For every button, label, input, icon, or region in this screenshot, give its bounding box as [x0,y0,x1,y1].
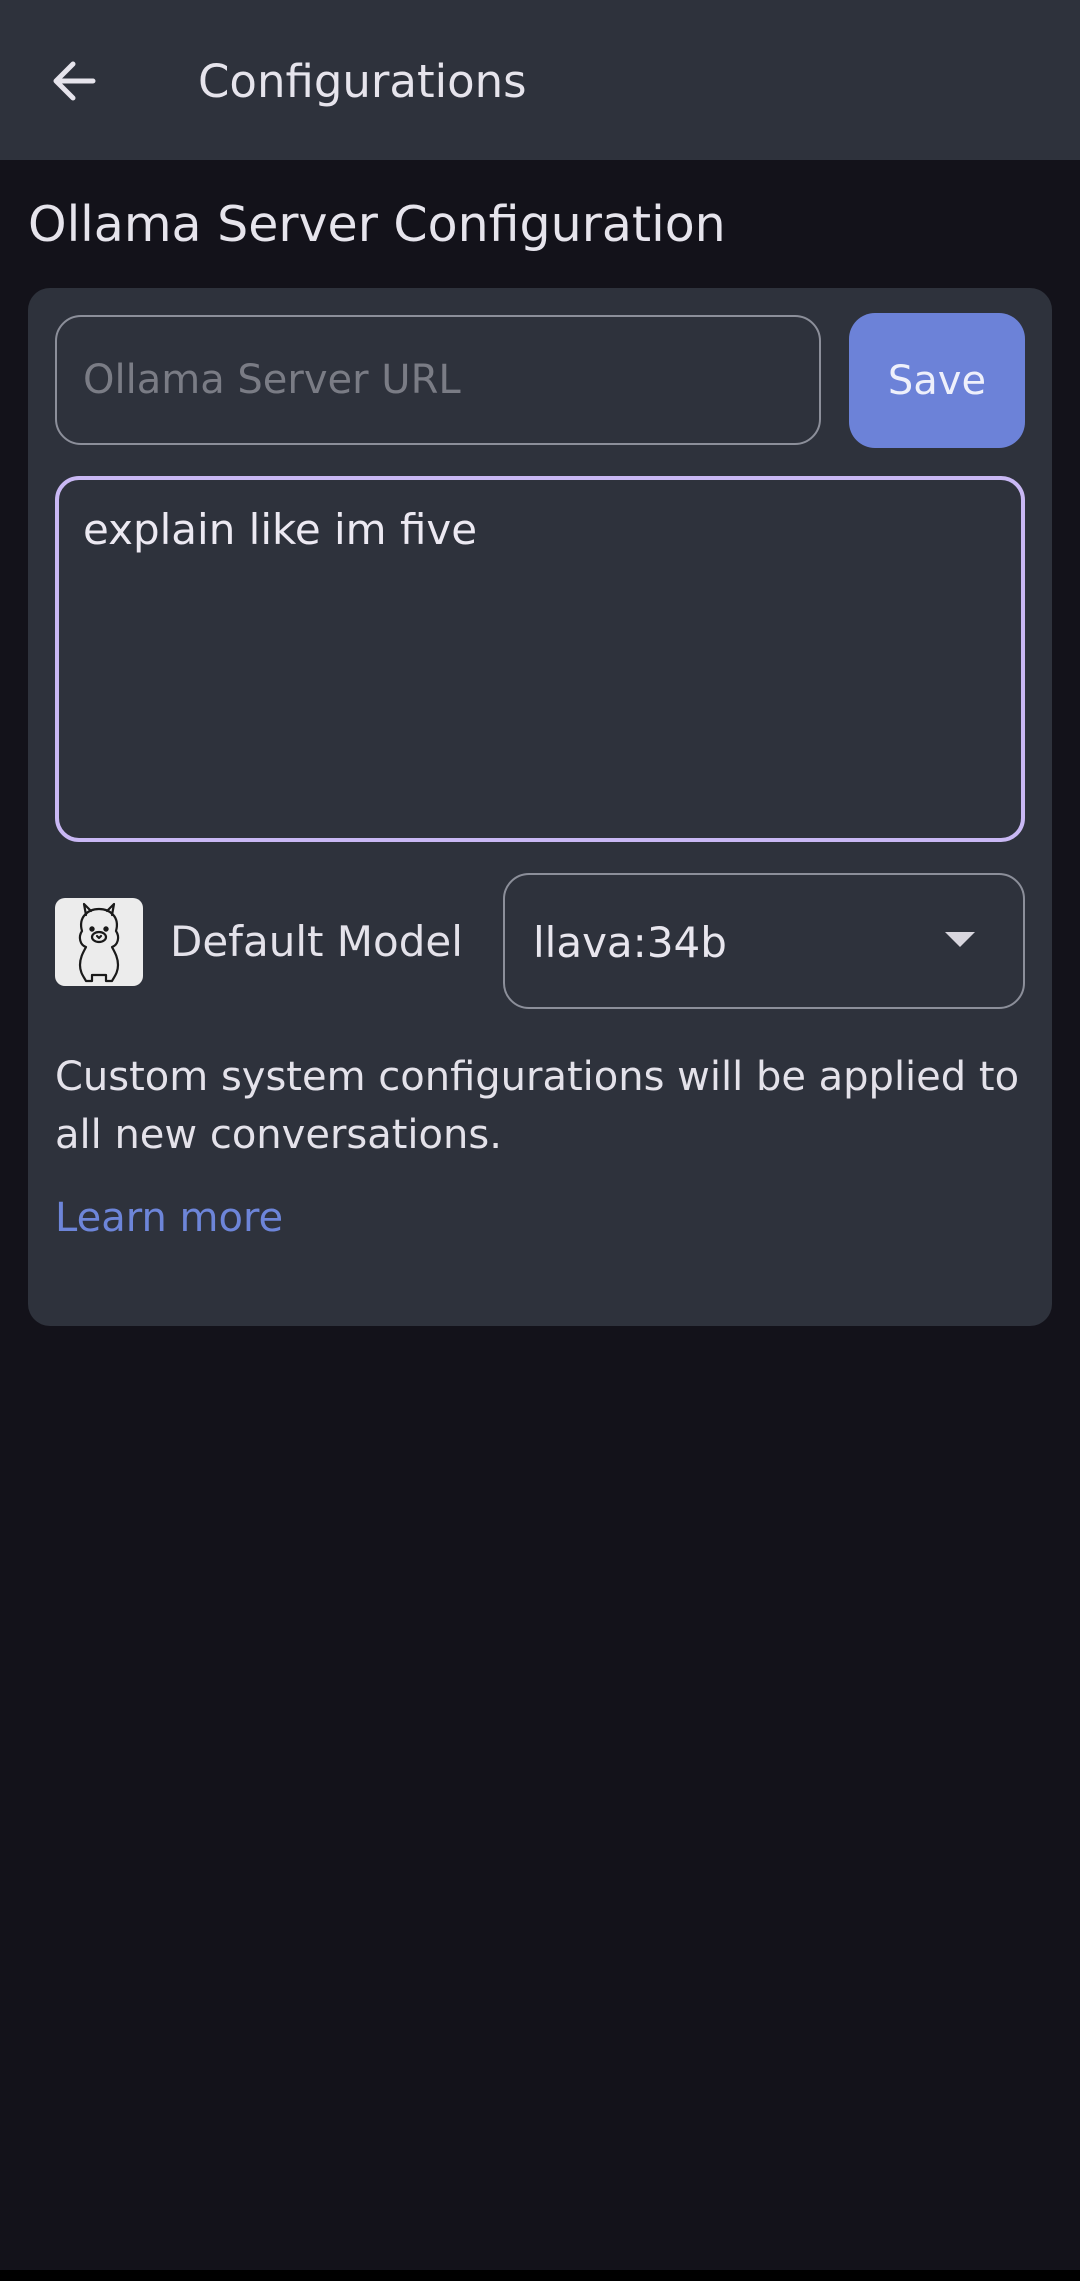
page-title: Configurations [198,55,527,108]
model-avatar [55,898,143,986]
caret-down-icon [945,932,975,947]
config-card: Save Default Model llava:34b Custom syst… [28,288,1052,1326]
section-title: Ollama Server Configuration [28,196,726,253]
arrow-left-icon [53,61,96,101]
back-button[interactable] [38,45,110,117]
bottom-edge [0,2270,1080,2281]
save-button[interactable]: Save [849,313,1025,448]
hint-text: Custom system configurations will be app… [55,1054,1020,1158]
default-model-select[interactable]: llava:34b [503,873,1025,1009]
system-prompt-input[interactable] [55,476,1025,842]
model-select-value: llava:34b [533,918,727,967]
learn-more-link[interactable]: Learn more [55,1188,283,1248]
default-model-label: Default Model [170,917,463,966]
llama-icon [78,902,120,983]
server-url-input[interactable] [55,315,821,445]
app-bar: Configurations [0,0,1080,160]
